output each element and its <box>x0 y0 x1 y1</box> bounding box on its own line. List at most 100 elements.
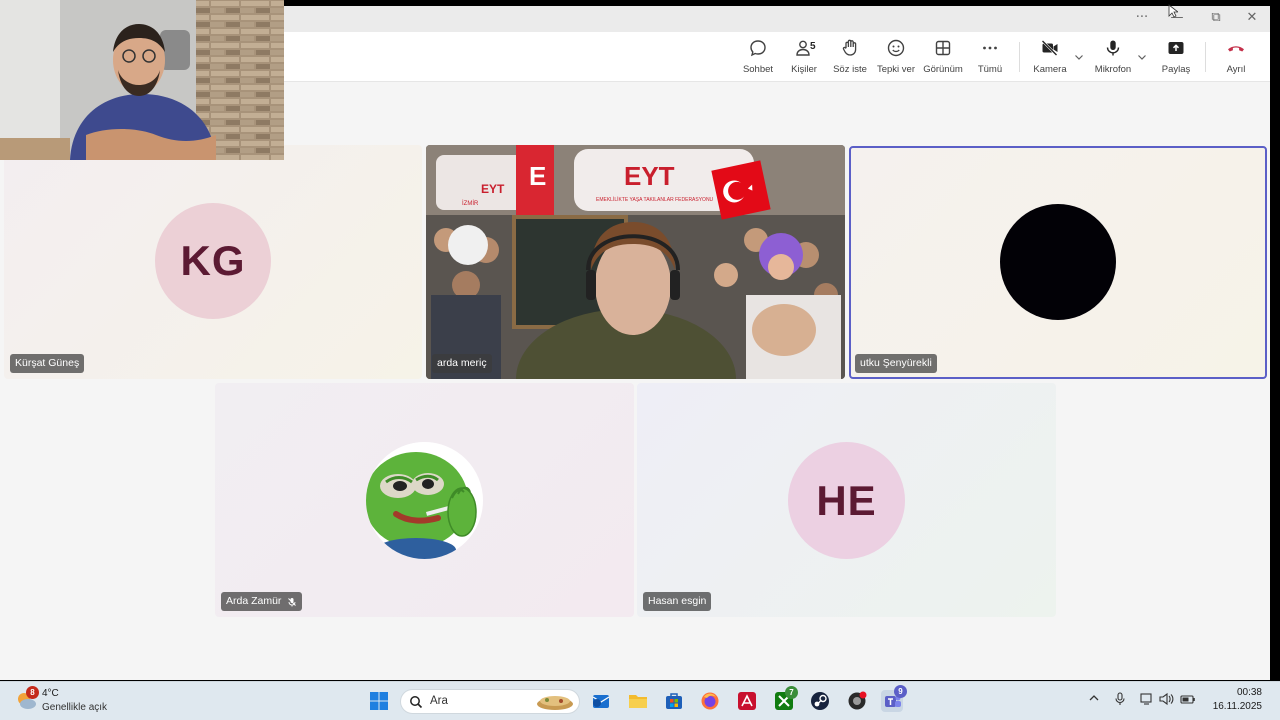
chevron-up-icon <box>1089 695 1099 701</box>
people-label: Kişiler <box>791 64 817 75</box>
xbox-app-icon[interactable]: 7 <box>773 686 798 712</box>
share-button[interactable]: Paylaş <box>1156 38 1196 80</box>
self-camera-video <box>0 0 284 160</box>
clock[interactable]: 00:38 16.11.2025 <box>1200 687 1262 712</box>
teams-app-icon[interactable]: 9 <box>881 685 907 712</box>
more-actions-label: Tümü <box>977 64 1003 75</box>
camera-label: Kamera <box>1033 64 1067 75</box>
participant-name: Arda Zamür <box>221 592 303 611</box>
start-button[interactable] <box>368 690 390 712</box>
participant-name: Hasan esgin <box>643 592 712 611</box>
participant-tile-hasan-esgin[interactable]: HE Hasan esgin <box>637 383 1056 617</box>
weather-badge: 8 <box>26 686 39 699</box>
participant-tile-utku-senyurekli[interactable]: utku Şenyürekli <box>849 146 1267 379</box>
clock-date: 16.11.2025 <box>1212 701 1262 712</box>
tray-microphone-icon[interactable] <box>1114 692 1126 709</box>
avatar: HE <box>788 442 905 559</box>
view-button[interactable]: Görünüm <box>922 38 964 80</box>
participant-name-text: arda meriç <box>437 357 487 369</box>
chat-icon <box>750 40 766 57</box>
toolbar-divider <box>1019 42 1020 72</box>
taskbar-search[interactable]: Ara <box>400 689 580 714</box>
participant-tile-arda-meric[interactable]: E EYT EMEKLİLİKTE YAŞA TAKILANLAR FEDERA… <box>426 145 845 379</box>
chat-button[interactable]: Sohbet <box>738 38 778 80</box>
search-highlight-icon <box>537 696 573 710</box>
hang-up-icon <box>1228 46 1244 52</box>
microsoft-store-icon[interactable] <box>663 690 685 712</box>
leave-button[interactable]: Ayrıl <box>1216 38 1256 80</box>
banner-subtext: EMEKLİLİKTE YAŞA TAKILANLAR FEDERASYONU <box>596 196 714 203</box>
camera-button[interactable]: Kamera <box>1030 38 1070 80</box>
app-icon[interactable] <box>846 690 868 712</box>
more-options-button[interactable]: ··· <box>1131 10 1153 25</box>
frog-avatar-image <box>366 442 482 559</box>
network-icon[interactable] <box>1140 692 1154 709</box>
participant-name: Kürşat Güneş <box>10 354 85 373</box>
participant-name-text: Kürşat Güneş <box>15 357 80 369</box>
view-label: Görünüm <box>923 64 963 75</box>
avatar <box>366 442 483 559</box>
restore-button[interactable]: ⧉ <box>1205 10 1227 25</box>
microphone-button[interactable]: Mikrofon <box>1092 38 1134 80</box>
participant-name-text: Arda Zamür <box>226 595 282 607</box>
weather-description: Genellikle açık <box>42 702 108 713</box>
microphone-options-chevron-icon[interactable] <box>1137 52 1147 62</box>
react-label: Tepki ver <box>876 64 915 75</box>
screen: ··· — ⧉ ✕ Sohbet 5 Kişiler Söz iste Tepk… <box>0 0 1280 720</box>
participant-name: arda meriç <box>432 354 492 373</box>
svg-text:E: E <box>529 161 546 191</box>
close-button[interactable]: ✕ <box>1241 10 1263 25</box>
mouse-cursor-icon <box>1168 4 1178 18</box>
share-label: Paylaş <box>1161 64 1191 75</box>
hand-icon <box>842 39 857 56</box>
leave-label: Ayrıl <box>1226 64 1246 75</box>
search-icon <box>410 696 423 709</box>
participant-tile-kursat-gunes[interactable]: KG Kürşat Güneş <box>4 145 422 379</box>
weather-temp: 4°C <box>42 688 59 699</box>
camera-options-chevron-icon[interactable] <box>1074 52 1084 62</box>
raise-hand-label: Söz iste <box>833 64 867 75</box>
avatar: KG <box>155 203 271 319</box>
mic-muted-icon <box>288 597 297 606</box>
participant-name-text: Hasan esgin <box>648 595 707 607</box>
toolbar-divider <box>1205 42 1206 72</box>
volume-icon[interactable] <box>1159 692 1174 709</box>
teams-badge: 9 <box>894 685 907 698</box>
people-button[interactable]: 5 Kişiler <box>784 38 824 80</box>
avatar-initials: KG <box>180 237 246 284</box>
file-explorer-icon[interactable] <box>627 690 649 712</box>
battery-icon[interactable] <box>1180 692 1196 709</box>
weather-widget[interactable]: 8 <box>14 686 39 712</box>
more-actions-button[interactable]: Tümü <box>970 38 1010 80</box>
acrobat-app-icon[interactable] <box>736 690 758 712</box>
avatar <box>1000 204 1116 320</box>
people-count: 5 <box>810 41 816 52</box>
raise-hand-button[interactable]: Söz iste <box>830 38 870 80</box>
grid-view-icon <box>935 40 951 56</box>
banner-city: İZMİR <box>462 200 479 207</box>
firefox-icon[interactable] <box>699 690 721 712</box>
ellipsis-icon <box>983 46 997 50</box>
microphone-icon <box>1106 40 1120 56</box>
participant-video-feed: E EYT EMEKLİLİKTE YAŞA TAKILANLAR FEDERA… <box>426 145 845 379</box>
show-hidden-icons-button[interactable] <box>1088 692 1100 707</box>
banner-text: EYT <box>624 161 675 191</box>
participant-name-text: utku Şenyürekli <box>860 357 932 369</box>
windows-logo-icon <box>370 692 388 710</box>
camera-off-icon <box>1041 40 1058 56</box>
search-placeholder: Ara <box>430 695 448 707</box>
microphone-label: Mikrofon <box>1094 64 1132 75</box>
react-button[interactable]: Tepki ver <box>876 38 916 80</box>
smiley-icon <box>887 39 905 57</box>
clock-time: 00:38 <box>1236 687 1262 698</box>
outlook-app-icon[interactable] <box>590 690 612 712</box>
self-camera-preview <box>0 0 284 160</box>
share-screen-icon <box>1168 42 1184 54</box>
participant-name: utku Şenyürekli <box>855 354 937 373</box>
steam-app-icon[interactable] <box>809 690 831 712</box>
chat-label: Sohbet <box>742 64 774 75</box>
avatar-initials: HE <box>816 476 877 524</box>
windows-taskbar: 8 4°C Genellikle açık Ara 7 9 00:38 16.1… <box>0 681 1280 720</box>
banner-left-text: EYT <box>481 182 505 196</box>
participant-tile-arda-zamur[interactable]: Arda Zamür <box>215 383 634 617</box>
